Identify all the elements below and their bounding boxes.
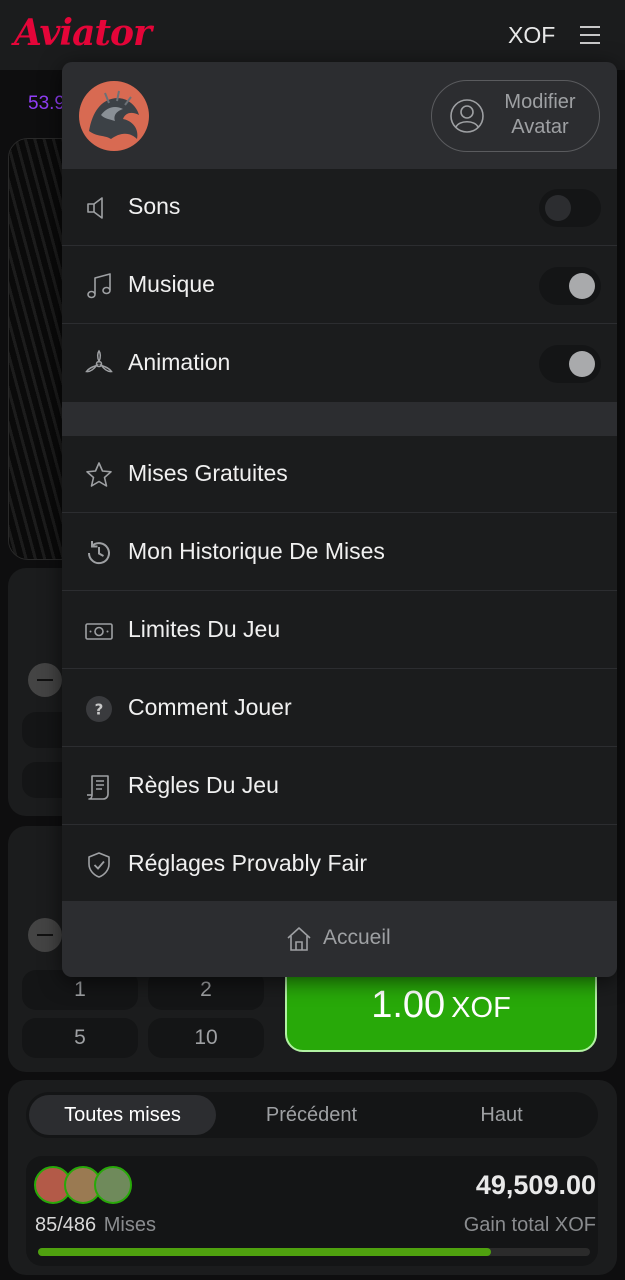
menu-item-bet-history[interactable]: Mon Historique De Mises — [62, 514, 617, 591]
document-icon — [87, 775, 109, 800]
hamburger-menu-icon[interactable] — [580, 26, 600, 44]
total-win-amount: 49,509.00 — [475, 1170, 596, 1200]
tab-all-bets[interactable]: Toutes mises — [29, 1095, 216, 1135]
bets-count: 85/486 Mises — [35, 1214, 156, 1237]
menu-profile-header: Modifier Avatar — [62, 62, 617, 169]
aviator-logo[interactable]: Aviator — [14, 12, 152, 54]
propeller-icon — [85, 349, 113, 373]
music-note-icon — [87, 273, 111, 299]
music-toggle[interactable] — [539, 267, 601, 305]
bets-count-value: 85/486 — [35, 1214, 97, 1236]
settings-menu: Modifier Avatar Sons Musique Animation M… — [62, 62, 617, 977]
animation-toggle[interactable] — [539, 345, 601, 383]
decrease-bet-icon[interactable] — [28, 663, 62, 697]
bets-progress-fill — [38, 1248, 491, 1256]
total-win-label: Gain total XOF — [463, 1214, 596, 1236]
menu-item-label: Règles Du Jeu — [128, 772, 279, 798]
home-icon — [287, 927, 311, 951]
change-avatar-label: Modifier Avatar — [504, 91, 576, 138]
menu-item-label: Sons — [128, 193, 181, 219]
bets-panel: Toutes mises Précédent Haut 85/486 Mises… — [8, 1080, 617, 1275]
speaker-icon — [87, 197, 103, 219]
menu-item-sound[interactable]: Sons — [62, 169, 617, 246]
history-icon — [87, 541, 110, 565]
avatar — [94, 1166, 132, 1204]
menu-item-game-rules[interactable]: Règles Du Jeu — [62, 748, 617, 825]
quick-amount-button[interactable]: 5 — [22, 1018, 138, 1058]
bet-button-currency: XOF — [451, 992, 511, 1024]
menu-item-label: Musique — [128, 271, 215, 297]
help-circle-icon: ? — [86, 696, 112, 722]
menu-item-free-bets[interactable]: Mises Gratuites — [62, 436, 617, 513]
background-rays — [9, 139, 69, 559]
shield-check-icon — [88, 852, 110, 878]
star-icon — [86, 462, 112, 487]
menu-item-label: Mises Gratuites — [128, 460, 288, 486]
svg-text:?: ? — [95, 701, 104, 719]
toggle-knob — [545, 195, 571, 221]
quick-amount-button[interactable]: 10 — [148, 1018, 264, 1058]
bets-progress-bar — [38, 1248, 590, 1256]
change-avatar-button[interactable]: Modifier Avatar — [431, 80, 600, 152]
banknote-icon — [85, 623, 113, 640]
toggle-knob — [569, 351, 595, 377]
menu-item-game-limits[interactable]: Limites Du Jeu — [62, 592, 617, 669]
top-bar: Aviator XOF — [0, 0, 625, 70]
menu-item-label: Limites Du Jeu — [128, 616, 281, 642]
toggle-knob — [569, 273, 595, 299]
bets-count-label: Mises — [103, 1214, 156, 1236]
currency-label: XOF — [508, 22, 556, 48]
avatar[interactable] — [79, 81, 149, 151]
menu-item-label: Comment Jouer — [128, 694, 292, 720]
bets-tabs: Toutes mises Précédent Haut — [26, 1092, 598, 1138]
home-label: Accueil — [323, 926, 391, 949]
menu-item-how-to-play[interactable]: ? Comment Jouer — [62, 670, 617, 747]
home-button[interactable]: Accueil — [62, 901, 617, 977]
bet-button-amount: 1.00 — [371, 984, 446, 1026]
user-circle-icon — [450, 99, 484, 133]
decrease-bet-icon[interactable] — [28, 918, 62, 952]
menu-item-music[interactable]: Musique — [62, 247, 617, 324]
tab-previous[interactable]: Précédent — [218, 1095, 405, 1135]
tab-top[interactable]: Haut — [408, 1095, 595, 1135]
menu-item-provably-fair[interactable]: Réglages Provably Fair — [62, 826, 617, 903]
menu-item-label: Animation — [128, 349, 231, 375]
multiplier-history-item[interactable]: 53.9 — [28, 93, 65, 115]
menu-item-label: Mon Historique De Mises — [128, 538, 385, 564]
menu-item-animation[interactable]: Animation — [62, 325, 617, 402]
menu-divider — [62, 402, 617, 436]
total-bets-card: 85/486 Mises 49,509.00 Gain total XOF — [26, 1156, 598, 1266]
menu-item-label: Réglages Provably Fair — [128, 850, 368, 876]
sound-toggle[interactable] — [539, 189, 601, 227]
